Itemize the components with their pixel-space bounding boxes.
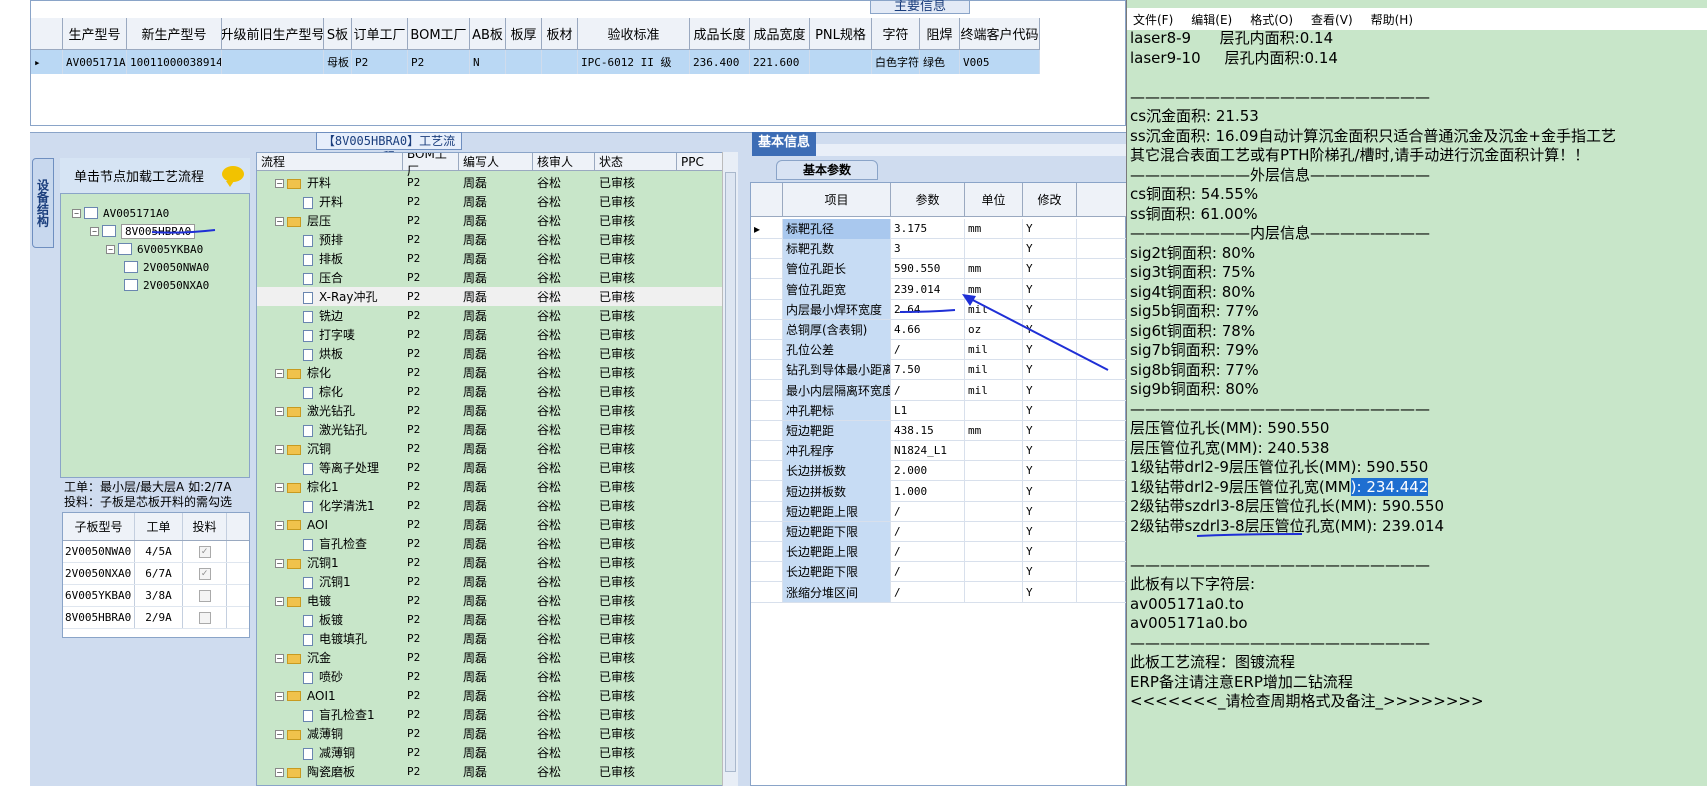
notepad-annotation [1196,533,1303,537]
arrow-annotation [964,295,1109,371]
annotation-overlay [151,229,1109,371]
notepad-window: 文件(F) 编辑(E) 格式(O) 查看(V) 帮助(H) laser8-9 层孔内面积… [1126,0,1707,786]
underline-annotation [151,229,216,234]
underline-annotation [899,309,956,313]
underline-annotation [1196,533,1303,537]
